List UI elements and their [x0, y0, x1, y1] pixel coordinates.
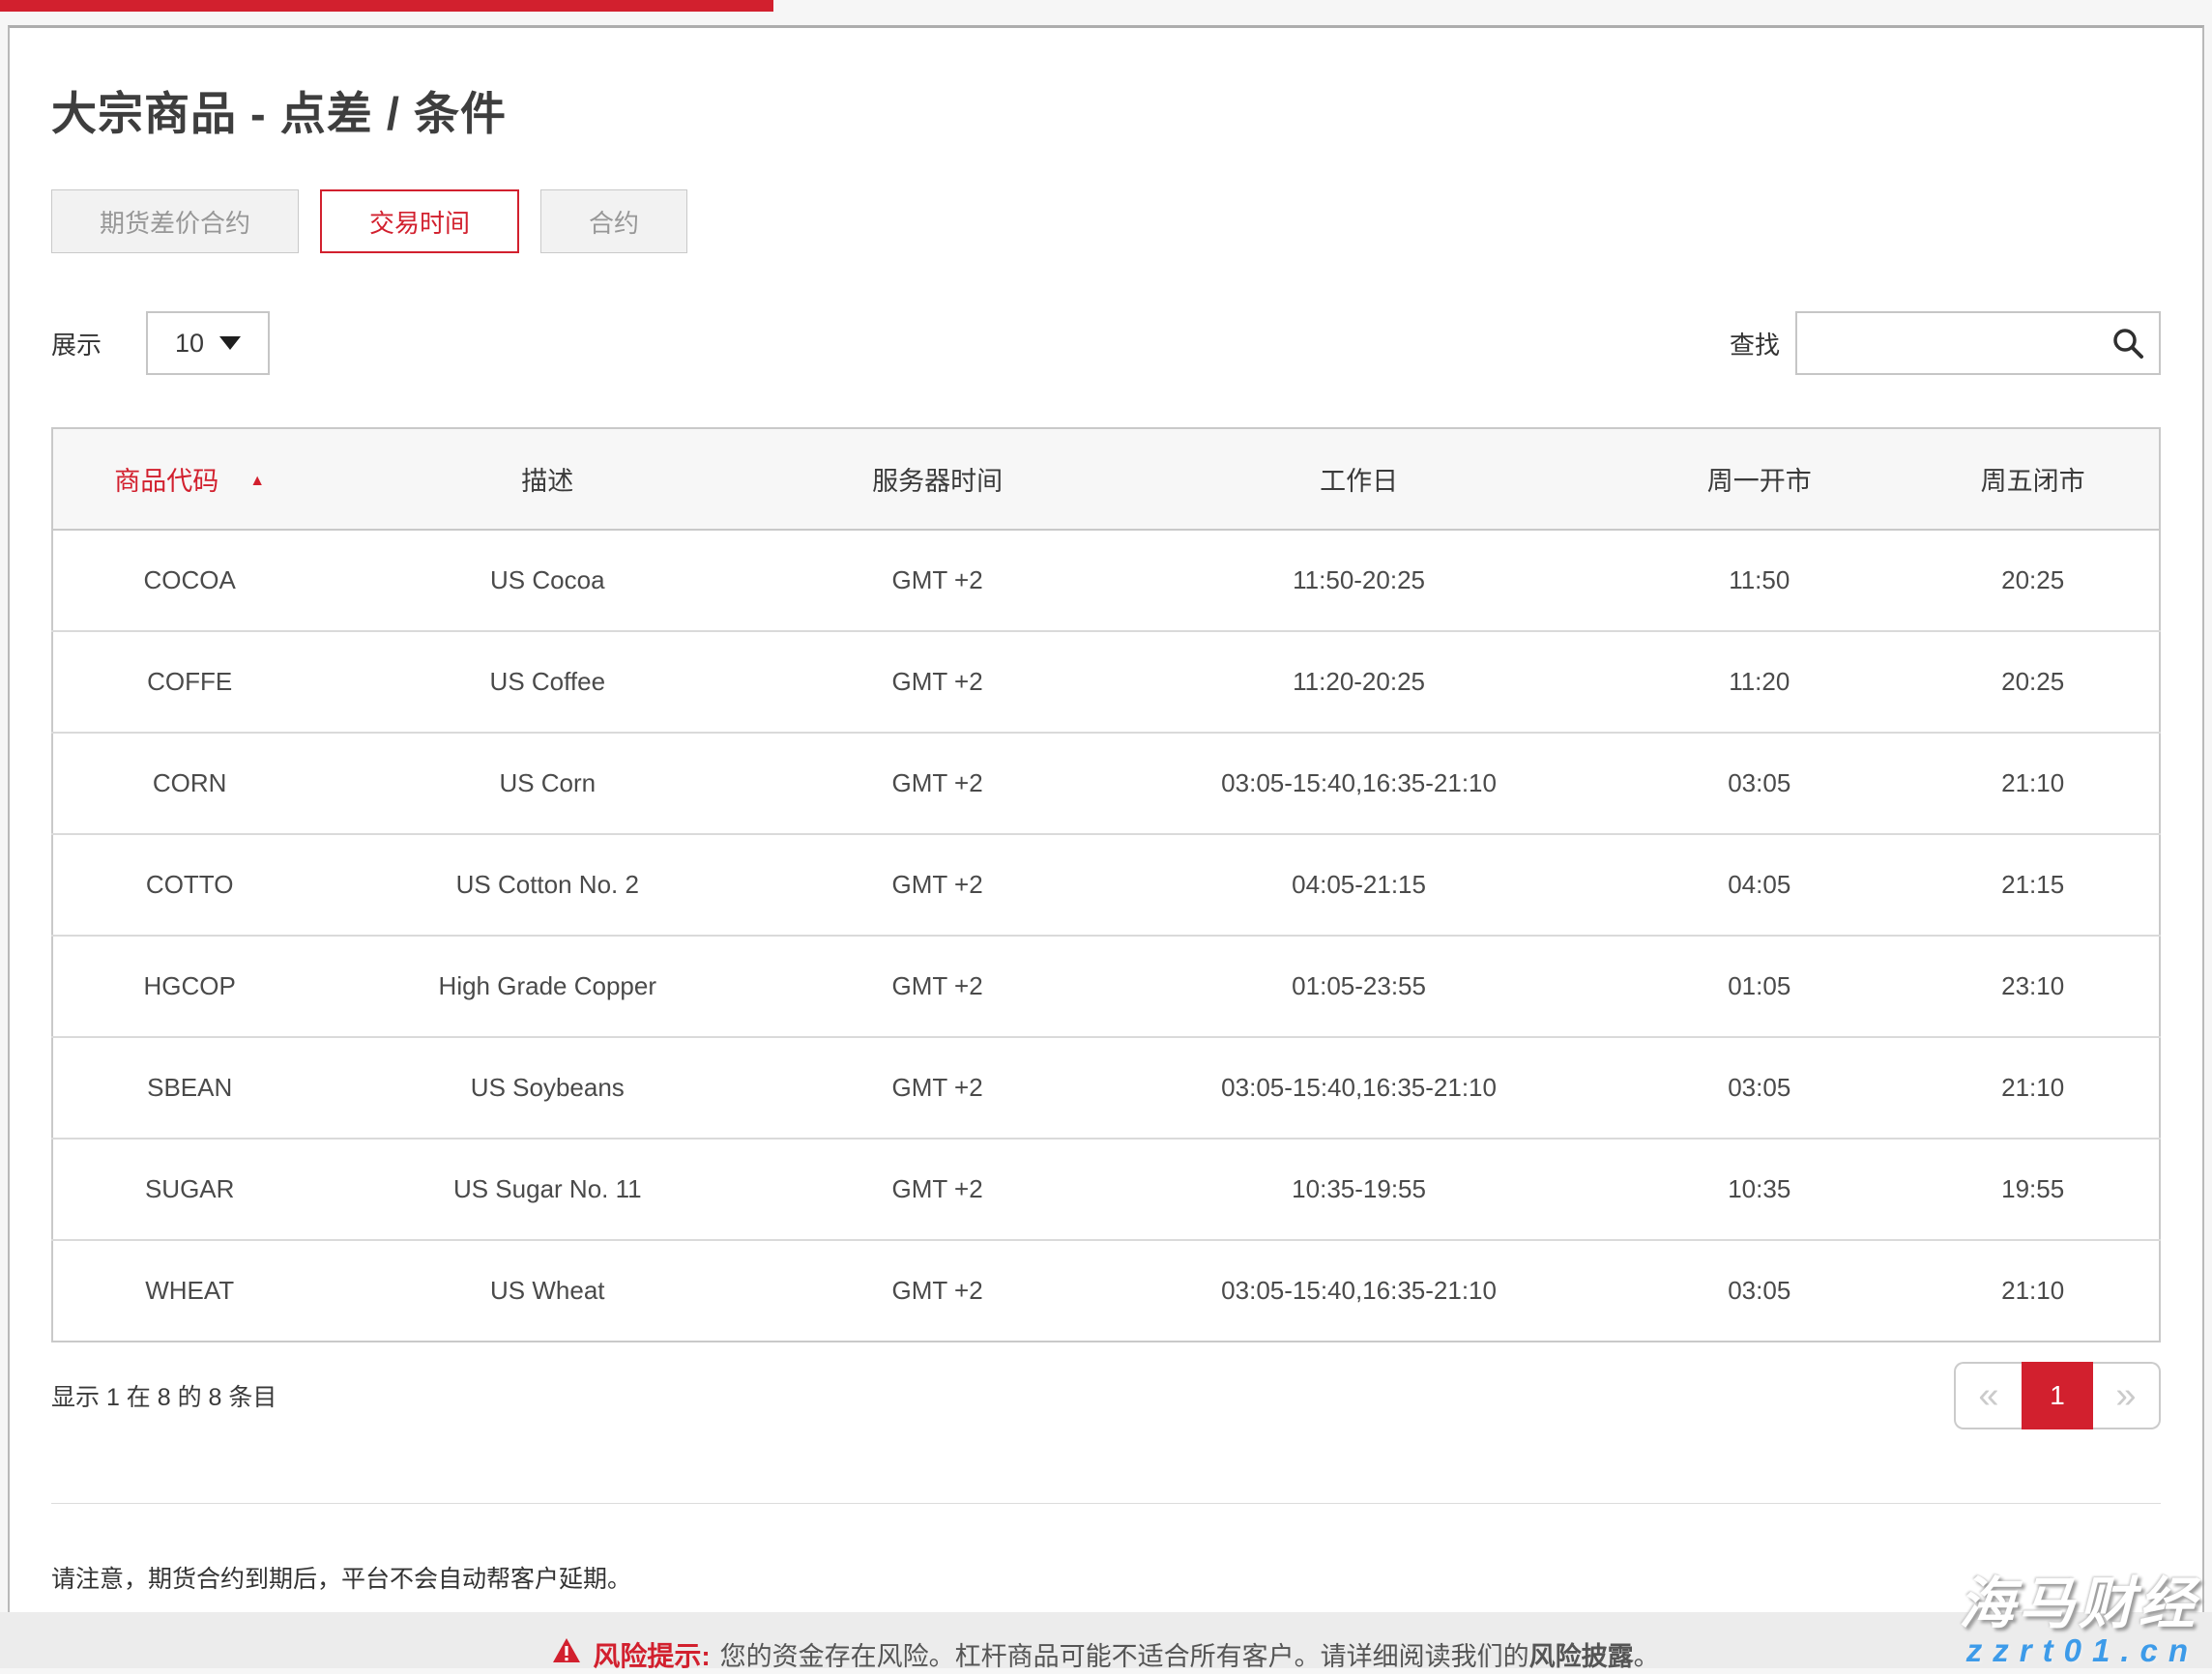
cell-description: US Wheat: [326, 1240, 769, 1342]
search-icon[interactable]: [2110, 326, 2145, 365]
cell-server-time: GMT +2: [769, 936, 1106, 1037]
cell-server-time: GMT +2: [769, 631, 1106, 733]
warning-icon: [552, 1637, 581, 1670]
table-row: COFFEUS CoffeeGMT +211:20-20:2511:2020:2…: [52, 631, 2160, 733]
table-footer: 显示 1 在 8 的 8 条目 « 1 »: [51, 1362, 2161, 1429]
risk-warning-bar: 风险提示: 您的资金存在风险。杠杆商品可能不适合所有客户。请详细阅读我们的 风险…: [0, 1612, 2212, 1668]
column-header-work-day[interactable]: 工作日: [1106, 428, 1612, 530]
main-panel: 大宗商品 - 点差 / 条件 期货差价合约交易时间合约 展示 10 查找: [8, 25, 2204, 1612]
table-row: COCOAUS CocoaGMT +211:50-20:2511:5020:25: [52, 530, 2160, 631]
cell-monday-open: 10:35: [1612, 1139, 1906, 1240]
cell-work-day: 04:05-21:15: [1106, 834, 1612, 936]
cell-code: HGCOP: [52, 936, 326, 1037]
cell-description: US Soybeans: [326, 1037, 769, 1139]
show-label: 展示: [51, 326, 102, 361]
cell-code: SBEAN: [52, 1037, 326, 1139]
cell-server-time: GMT +2: [769, 733, 1106, 834]
tab-futures-cfd[interactable]: 期货差价合约: [51, 189, 299, 253]
page-size-group: 展示 10: [51, 311, 270, 375]
column-header-monday-open[interactable]: 周一开市: [1612, 428, 1906, 530]
cell-friday-close: 21:10: [1906, 733, 2160, 834]
cell-work-day: 10:35-19:55: [1106, 1139, 1612, 1240]
cell-friday-close: 21:10: [1906, 1037, 2160, 1139]
tab-contracts[interactable]: 合约: [540, 189, 687, 253]
cell-description: US Cocoa: [326, 530, 769, 631]
column-header-description[interactable]: 描述: [326, 428, 769, 530]
cell-work-day: 01:05-23:55: [1106, 936, 1612, 1037]
cell-friday-close: 21:10: [1906, 1240, 2160, 1342]
tab-bar: 期货差价合约交易时间合约: [51, 189, 2161, 253]
table-row: SBEANUS SoybeansGMT +203:05-15:40,16:35-…: [52, 1037, 2160, 1139]
page-size-select[interactable]: 10: [146, 311, 270, 375]
pagination-prev-button[interactable]: «: [1954, 1362, 2022, 1429]
cell-friday-close: 19:55: [1906, 1139, 2160, 1240]
cell-friday-close: 23:10: [1906, 936, 2160, 1037]
column-header-code[interactable]: 商品代码▲: [52, 428, 326, 530]
cell-monday-open: 01:05: [1612, 936, 1906, 1037]
cell-description: US Sugar No. 11: [326, 1139, 769, 1240]
cell-work-day: 03:05-15:40,16:35-21:10: [1106, 733, 1612, 834]
table-header-row: 商品代码▲描述服务器时间工作日周一开市周五闭市: [52, 428, 2160, 530]
pagination: « 1 »: [1954, 1362, 2161, 1429]
search-field-wrap: [1795, 311, 2161, 375]
cell-server-time: GMT +2: [769, 834, 1106, 936]
cell-code: WHEAT: [52, 1240, 326, 1342]
cell-friday-close: 20:25: [1906, 631, 2160, 733]
cell-description: US Cotton No. 2: [326, 834, 769, 936]
cell-code: COTTO: [52, 834, 326, 936]
tab-trading-hours[interactable]: 交易时间: [320, 189, 519, 253]
trading-hours-table: 商品代码▲描述服务器时间工作日周一开市周五闭市 COCOAUS CocoaGMT…: [51, 427, 2161, 1342]
cell-code: COCOA: [52, 530, 326, 631]
table-row: HGCOPHigh Grade CopperGMT +201:05-23:550…: [52, 936, 2160, 1037]
cell-server-time: GMT +2: [769, 1037, 1106, 1139]
pagination-next-button[interactable]: »: [2093, 1362, 2161, 1429]
section-divider: [51, 1503, 2161, 1504]
sort-ascending-icon: ▲: [249, 473, 265, 489]
cell-description: US Corn: [326, 733, 769, 834]
entries-info: 显示 1 在 8 的 8 条目: [51, 1378, 276, 1413]
search-label: 查找: [1730, 326, 1780, 361]
search-input[interactable]: [1795, 311, 2161, 375]
cell-friday-close: 20:25: [1906, 530, 2160, 631]
cell-monday-open: 03:05: [1612, 1240, 1906, 1342]
cell-server-time: GMT +2: [769, 1139, 1106, 1240]
cell-server-time: GMT +2: [769, 530, 1106, 631]
chevron-down-icon: [219, 336, 241, 350]
risk-text: 您的资金存在风险。杠杆商品可能不适合所有客户。请详细阅读我们的: [720, 1635, 1529, 1668]
table-row: SUGARUS Sugar No. 11GMT +210:35-19:5510:…: [52, 1139, 2160, 1240]
page-title: 大宗商品 - 点差 / 条件: [51, 76, 2161, 143]
table-row: COTTOUS Cotton No. 2GMT +204:05-21:1504:…: [52, 834, 2160, 936]
cell-code: CORN: [52, 733, 326, 834]
cell-monday-open: 03:05: [1612, 733, 1906, 834]
futures-expiry-note: 请注意，期货合约到期后，平台不会自动帮客户延期。: [51, 1560, 2161, 1595]
cell-description: High Grade Copper: [326, 936, 769, 1037]
risk-label: 风险提示:: [593, 1635, 710, 1668]
cell-friday-close: 21:15: [1906, 834, 2160, 936]
table-controls: 展示 10 查找: [51, 311, 2161, 375]
cell-code: SUGAR: [52, 1139, 326, 1240]
cell-work-day: 11:20-20:25: [1106, 631, 1612, 733]
cell-monday-open: 11:50: [1612, 530, 1906, 631]
cell-work-day: 03:05-15:40,16:35-21:10: [1106, 1037, 1612, 1139]
cell-monday-open: 04:05: [1612, 834, 1906, 936]
table-row: WHEATUS WheatGMT +203:05-15:40,16:35-21:…: [52, 1240, 2160, 1342]
column-header-server-time[interactable]: 服务器时间: [769, 428, 1106, 530]
table-row: CORNUS CornGMT +203:05-15:40,16:35-21:10…: [52, 733, 2160, 834]
cell-work-day: 11:50-20:25: [1106, 530, 1612, 631]
pagination-page-1-button[interactable]: 1: [2022, 1362, 2093, 1429]
cell-monday-open: 11:20: [1612, 631, 1906, 733]
risk-disclosure-link[interactable]: 风险披露: [1529, 1635, 1634, 1668]
page-size-value: 10: [175, 329, 204, 359]
cell-code: COFFE: [52, 631, 326, 733]
column-header-friday-close[interactable]: 周五闭市: [1906, 428, 2160, 530]
search-group: 查找: [1730, 311, 2161, 375]
page-load-progress-bar: [0, 0, 773, 12]
table-body: COCOAUS CocoaGMT +211:50-20:2511:5020:25…: [52, 530, 2160, 1342]
cell-server-time: GMT +2: [769, 1240, 1106, 1342]
risk-text-suffix: 。: [1634, 1635, 1660, 1668]
cell-description: US Coffee: [326, 631, 769, 733]
cell-work-day: 03:05-15:40,16:35-21:10: [1106, 1240, 1612, 1342]
cell-monday-open: 03:05: [1612, 1037, 1906, 1139]
